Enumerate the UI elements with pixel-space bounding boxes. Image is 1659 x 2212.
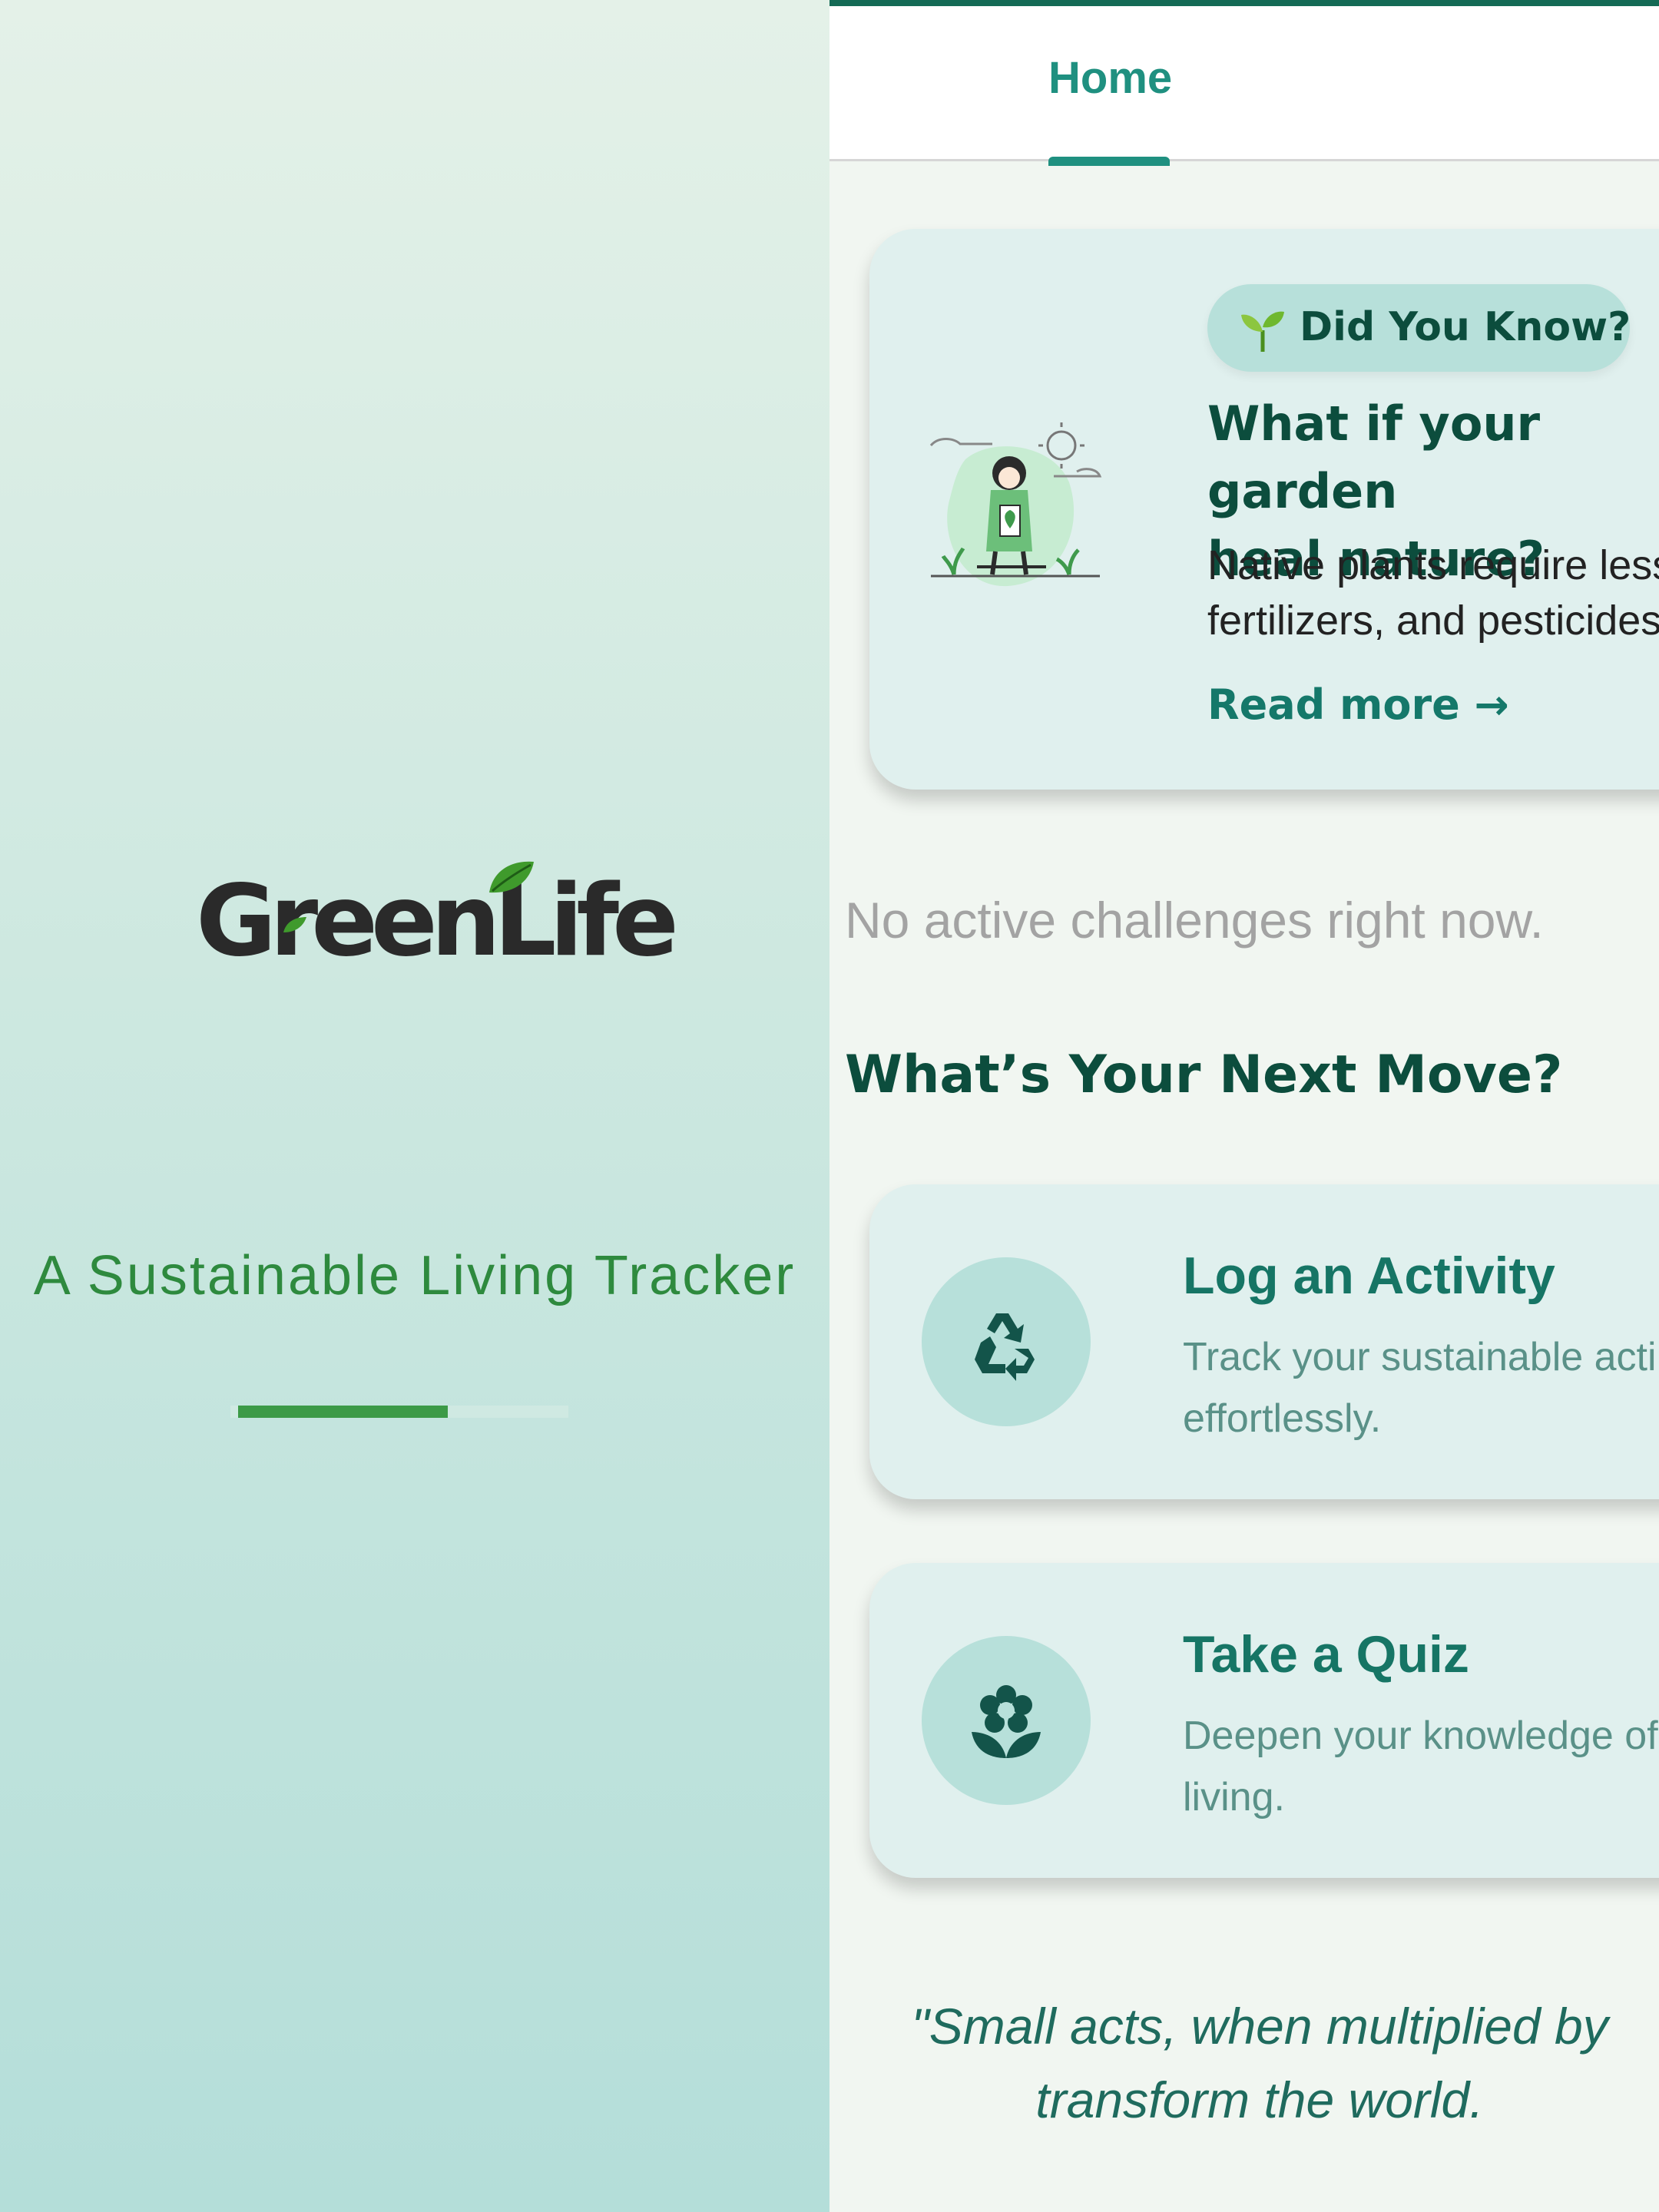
did-you-know-card[interactable]: Did You Know? What if your garden heal n… bbox=[869, 229, 1659, 790]
small-leaf-icon bbox=[283, 917, 306, 932]
inspirational-quote: "Small acts, when multiplied by transfor… bbox=[876, 1989, 1644, 2137]
loading-progress-bar bbox=[230, 1406, 568, 1418]
gardener-illustration bbox=[929, 422, 1102, 587]
quote-line2: transform the world. bbox=[1035, 2071, 1484, 2128]
log-activity-desc: Track your sustainable acti effortlessly… bbox=[1183, 1326, 1659, 1449]
loading-progress-fill bbox=[238, 1406, 448, 1418]
tab-home[interactable]: Home bbox=[1048, 52, 1172, 104]
fact-body: Native plants require less fertilizers, … bbox=[1207, 538, 1659, 648]
badge-label: Did You Know? bbox=[1300, 304, 1631, 350]
flower-icon bbox=[972, 1685, 1041, 1758]
log-activity-title: Log an Activity bbox=[1183, 1247, 1555, 1305]
logo-text: GreenLife bbox=[196, 864, 679, 979]
take-quiz-title: Take a Quiz bbox=[1183, 1625, 1469, 1684]
no-challenges-text: No active challenges right now. bbox=[845, 892, 1544, 949]
flower-icon-circle bbox=[922, 1636, 1091, 1805]
read-more-link[interactable]: Read more → bbox=[1207, 680, 1509, 729]
log-activity-desc-line1: Track your sustainable acti bbox=[1183, 1335, 1657, 1379]
app-home-screen: Home Did You Know? What if your garden h… bbox=[830, 0, 1659, 2212]
take-quiz-desc-line2: living. bbox=[1183, 1775, 1285, 1820]
take-quiz-desc-line1: Deepen your knowledge of bbox=[1183, 1714, 1658, 1758]
take-quiz-desc: Deepen your knowledge of living. bbox=[1183, 1705, 1659, 1828]
fact-body-line1: Native plants require less bbox=[1207, 542, 1659, 588]
recycle-icon bbox=[975, 1313, 1035, 1381]
tab-selected-indicator bbox=[1048, 157, 1170, 166]
log-activity-desc-line2: effortlessly. bbox=[1183, 1396, 1382, 1441]
greenlife-logo: GreenLife bbox=[196, 861, 679, 975]
next-move-heading: What’s Your Next Move? bbox=[845, 1045, 1563, 1105]
quote-line1: "Small acts, when multiplied by bbox=[911, 1998, 1608, 2055]
take-quiz-card[interactable]: Take a Quiz Deepen your knowledge of liv… bbox=[869, 1563, 1659, 1878]
fact-body-line2: fertilizers, and pesticides. bbox=[1207, 598, 1659, 644]
log-activity-card[interactable]: Log an Activity Track your sustainable a… bbox=[869, 1184, 1659, 1499]
seedling-icon bbox=[1241, 311, 1284, 352]
tagline: A Sustainable Living Tracker bbox=[33, 1245, 796, 1306]
leaf-icon bbox=[489, 861, 534, 893]
recycle-icon-circle bbox=[922, 1257, 1091, 1426]
splash-screen: GreenLife A Sustainable Living Tracker bbox=[0, 0, 830, 2212]
did-you-know-badge: Did You Know? bbox=[1207, 284, 1631, 372]
fact-title-line1: What if your garden bbox=[1207, 396, 1541, 519]
top-tab-bar: Home bbox=[830, 0, 1659, 166]
